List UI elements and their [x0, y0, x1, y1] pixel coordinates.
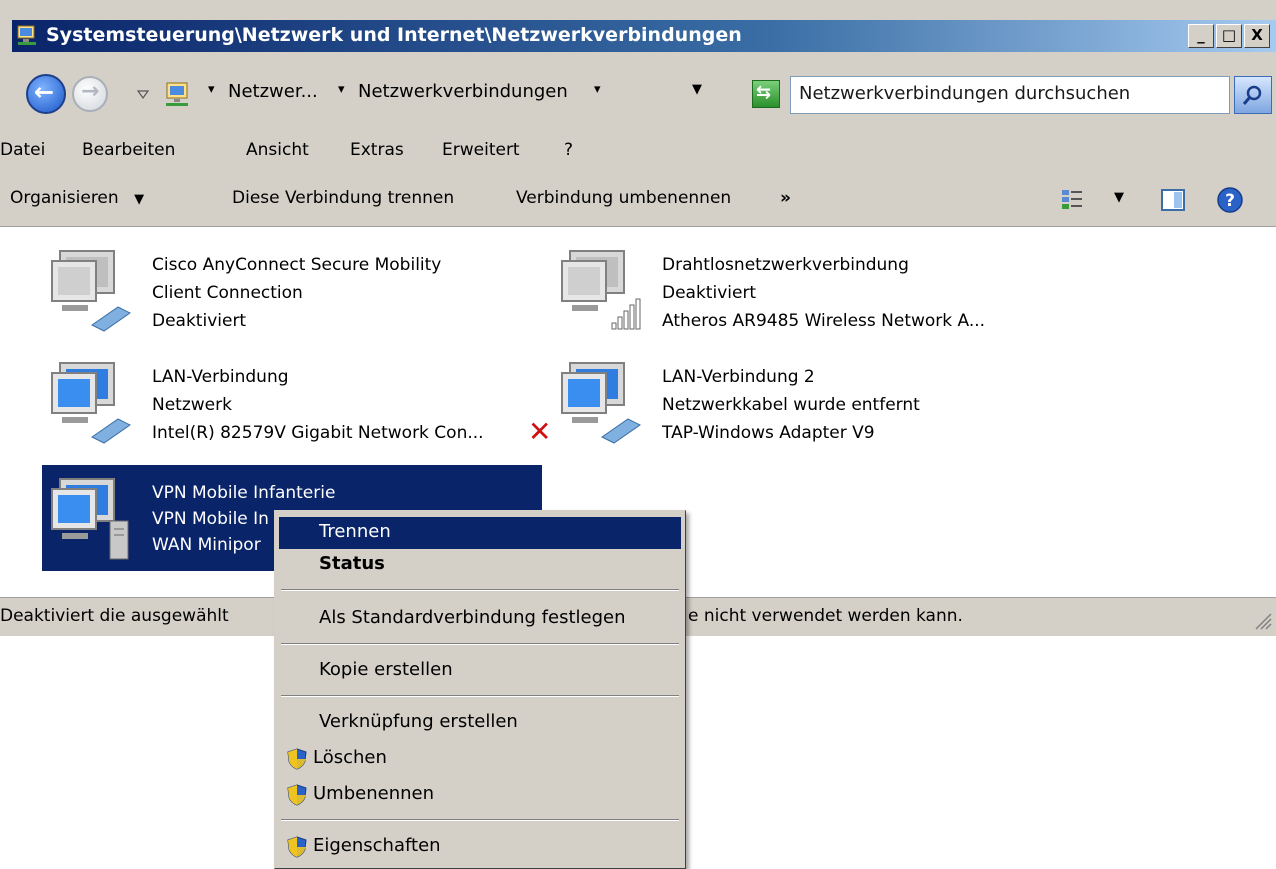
- connection-item-cisco[interactable]: Cisco AnyConnect Secure Mobility Client …: [42, 237, 522, 343]
- menu-help[interactable]: ?: [564, 140, 573, 160]
- connection-line2: VPN Mobile In: [152, 509, 269, 529]
- vpn-computer-icon: [51, 478, 129, 560]
- organize-label: Organisieren: [10, 188, 119, 208]
- disconnect-connection-button[interactable]: Diese Verbindung trennen: [232, 188, 454, 208]
- menu-item-trennen[interactable]: Trennen: [279, 517, 681, 549]
- address-bar[interactable]: ▾ Netzwer... ▾ Netzwerkverbindungen ▾ ▼: [112, 76, 742, 114]
- maximize-button[interactable]: □: [1216, 24, 1242, 48]
- close-button[interactable]: X: [1244, 24, 1270, 48]
- refresh-icon: ⇆: [756, 82, 772, 103]
- connection-name: Cisco AnyConnect Secure Mobility: [152, 255, 442, 275]
- connection-line3: Intel(R) 82579V Gigabit Network Con...: [152, 423, 484, 443]
- connection-line3: Deaktiviert: [152, 311, 247, 331]
- uac-shield-icon: [287, 836, 307, 858]
- breadcrumb-network-connections[interactable]: Netzwerkverbindungen: [358, 81, 568, 102]
- menu-item-label: Umbenennen: [313, 783, 434, 804]
- search-icon: [1242, 85, 1262, 105]
- connection-item-lan-2[interactable]: ✕ LAN-Verbindung 2 Netzwerkkabel wurde e…: [528, 349, 1072, 455]
- organize-dropdown-icon: ▼: [134, 192, 145, 207]
- connection-line2: Deaktiviert: [662, 283, 757, 303]
- menu-bearbeiten[interactable]: Bearbeiten: [82, 140, 175, 160]
- menu-item-label: Eigenschaften: [313, 835, 441, 856]
- menu-item-label: Trennen: [319, 521, 391, 542]
- change-view-icon[interactable]: [1060, 188, 1086, 212]
- rename-connection-button[interactable]: Verbindung umbenennen: [516, 188, 731, 208]
- forward-arrow-icon: →: [81, 79, 100, 104]
- window-title: Systemsteuerung\Netzwerk und Internet\Ne…: [46, 24, 742, 46]
- connection-line2: Netzwerkkabel wurde entfernt: [662, 395, 920, 415]
- crumb-dropdown-icon[interactable]: ▾: [594, 82, 601, 97]
- svg-text:?: ?: [1225, 191, 1235, 211]
- connection-name: VPN Mobile Infanterie: [152, 483, 336, 503]
- menu-separator: [281, 819, 679, 821]
- refresh-button[interactable]: ⇆: [752, 80, 780, 108]
- connection-line3: WAN Minipor: [152, 535, 261, 555]
- title-bar[interactable]: Systemsteuerung\Netzwerk und Internet\Ne…: [12, 20, 1276, 52]
- connection-item-wireless[interactable]: Drahtlosnetzwerkverbindung Deaktiviert A…: [552, 237, 1112, 343]
- organize-button[interactable]: Organisieren ▼: [10, 188, 144, 208]
- menu-item-create-copy[interactable]: Kopie erstellen: [279, 655, 681, 687]
- crumb-separator-icon[interactable]: ▾: [338, 82, 345, 97]
- wireless-computer-icon: [561, 250, 641, 330]
- disconnected-x-icon: ✕: [528, 415, 552, 448]
- network-folder-icon: [166, 82, 188, 106]
- menu-erweitert[interactable]: Erweitert: [442, 140, 520, 160]
- search-input[interactable]: Netzwerkverbindungen durchsuchen: [790, 76, 1230, 114]
- network-computer-icon: [51, 250, 131, 332]
- address-history-dropdown-icon[interactable]: ▼: [692, 82, 702, 97]
- network-connections-icon: [17, 25, 36, 45]
- minimize-button[interactable]: _: [1188, 24, 1214, 48]
- view-dropdown-icon[interactable]: ▼: [1114, 190, 1124, 205]
- back-button[interactable]: ←: [26, 74, 66, 114]
- menu-item-label: Löschen: [313, 747, 387, 768]
- connection-line2: Netzwerk: [152, 395, 232, 415]
- status-text-left: Deaktiviert die ausgewählt: [0, 606, 229, 626]
- crumb-separator-icon: ▾: [208, 82, 215, 97]
- menu-ansicht[interactable]: Ansicht: [246, 140, 309, 160]
- connection-line3: TAP-Windows Adapter V9: [662, 423, 875, 443]
- menu-item-label: Verknüpfung erstellen: [319, 711, 518, 732]
- menu-item-delete[interactable]: Löschen: [279, 743, 681, 775]
- connection-name: LAN-Verbindung 2: [662, 367, 815, 387]
- menu-item-properties[interactable]: Eigenschaften: [279, 831, 681, 863]
- search-button[interactable]: [1234, 76, 1272, 114]
- command-bar: Organisieren ▼ Diese Verbindung trennen …: [0, 174, 1276, 226]
- menu-item-label: Kopie erstellen: [319, 659, 453, 680]
- menu-separator: [281, 695, 679, 697]
- context-menu: Trennen Status Als Standardverbindung fe…: [274, 510, 686, 869]
- menu-item-label: Status: [319, 553, 385, 574]
- connection-line2: Client Connection: [152, 283, 303, 303]
- help-icon[interactable]: ?: [1216, 186, 1244, 214]
- menu-item-label: Als Standardverbindung festlegen: [319, 607, 626, 628]
- menu-separator: [281, 589, 679, 591]
- lan-disconnected-icon: [561, 362, 641, 444]
- menu-item-create-shortcut[interactable]: Verknüpfung erstellen: [279, 707, 681, 739]
- connection-name: Drahtlosnetzwerkverbindung: [662, 255, 909, 275]
- back-arrow-icon: ←: [34, 78, 55, 106]
- resize-grip-icon[interactable]: [1254, 612, 1272, 630]
- connection-line3: Atheros AR9485 Wireless Network A...: [662, 311, 986, 331]
- uac-shield-icon: [287, 784, 307, 806]
- menu-item-set-default[interactable]: Als Standardverbindung festlegen: [279, 603, 681, 635]
- status-text-right: e nicht verwendet werden kann.: [688, 606, 963, 626]
- breadcrumb-network[interactable]: Netzwer...: [228, 81, 318, 102]
- menu-item-rename[interactable]: Umbenennen: [279, 779, 681, 811]
- more-commands-button[interactable]: »: [780, 188, 791, 208]
- preview-pane-icon[interactable]: [1160, 188, 1186, 212]
- menu-datei[interactable]: Datei: [0, 140, 45, 160]
- connection-name: LAN-Verbindung: [152, 367, 289, 387]
- connection-item-lan[interactable]: LAN-Verbindung Netzwerk Intel(R) 82579V …: [42, 349, 542, 455]
- uac-shield-icon: [287, 748, 307, 770]
- forward-button[interactable]: →: [72, 76, 108, 112]
- menu-bar: Datei Bearbeiten Ansicht Extras Erweiter…: [0, 134, 1276, 168]
- menu-separator: [281, 643, 679, 645]
- menu-item-status[interactable]: Status: [279, 549, 681, 581]
- lan-computer-icon: [51, 362, 131, 444]
- menu-extras[interactable]: Extras: [350, 140, 404, 160]
